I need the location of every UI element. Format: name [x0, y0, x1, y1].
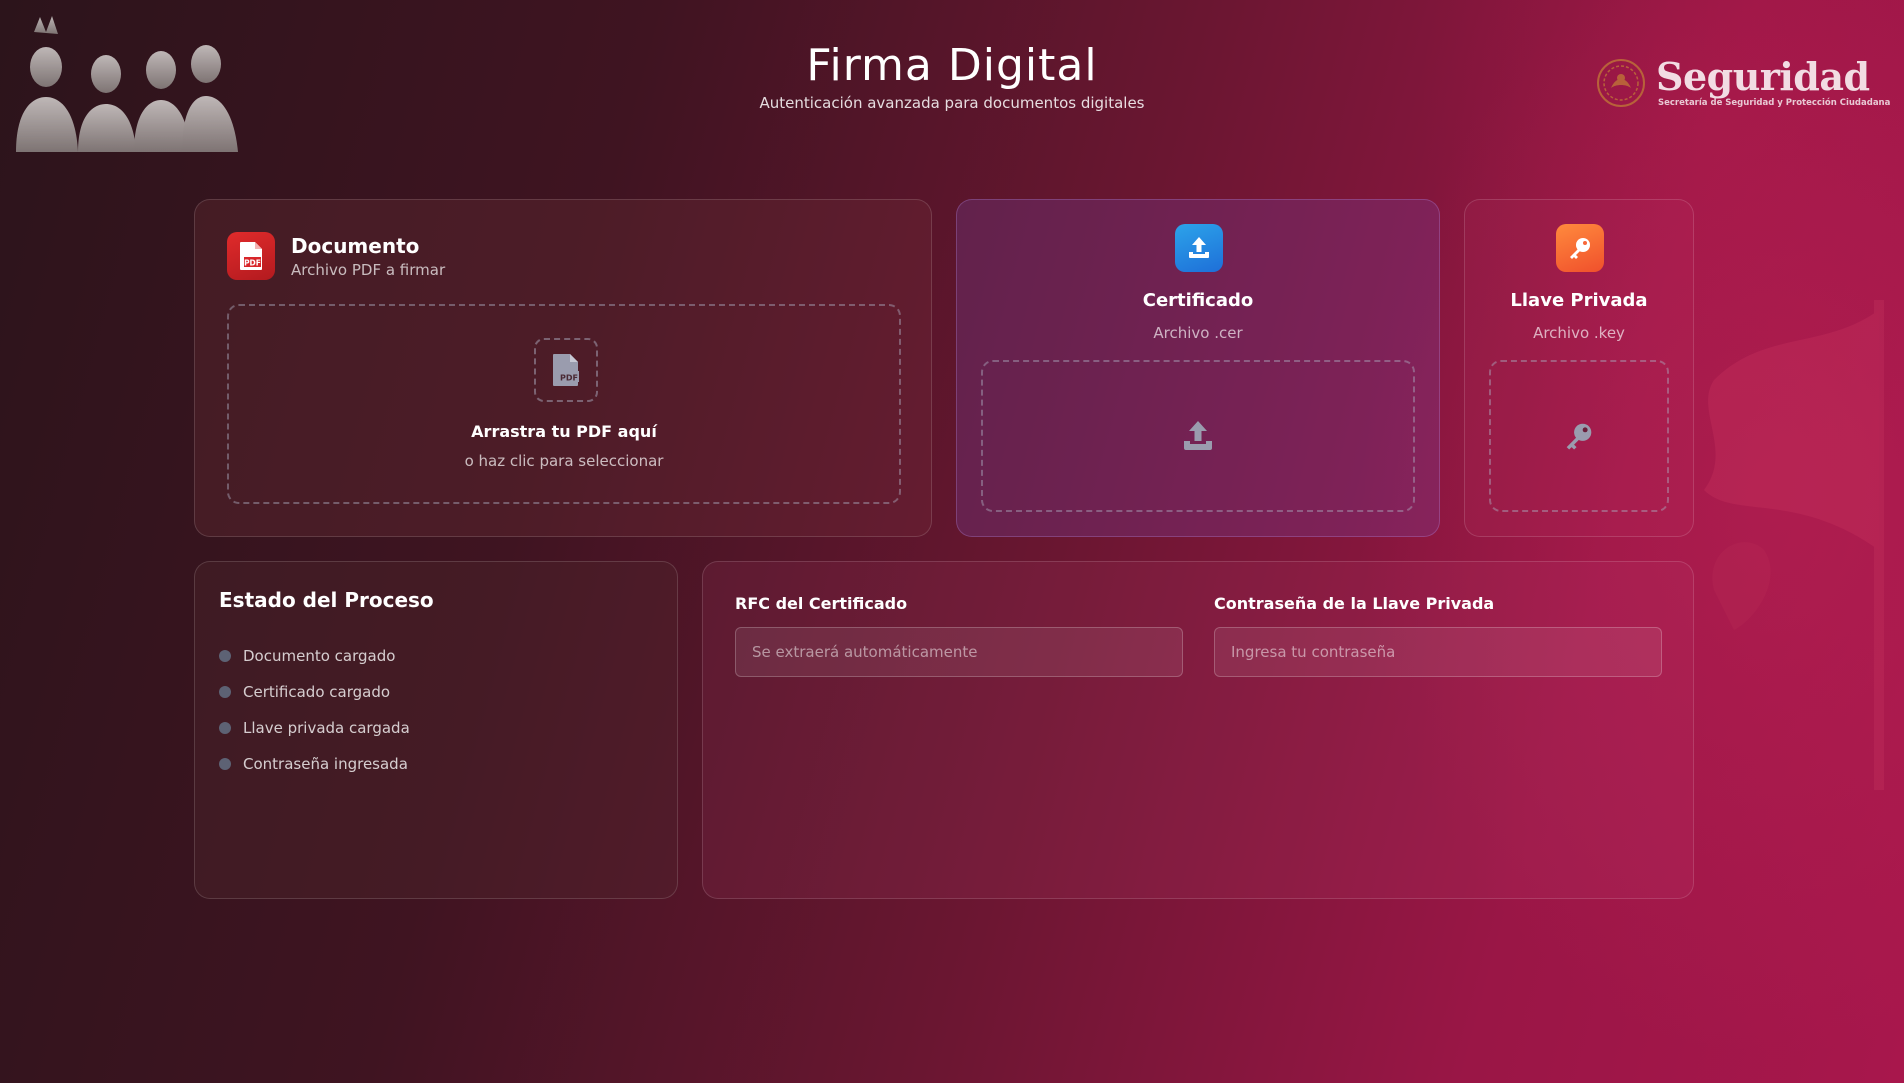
certificate-card-subtitle: Archivo .cer	[1153, 324, 1243, 342]
document-card-title: Documento	[291, 233, 420, 258]
status-item-label: Documento cargado	[243, 647, 396, 665]
password-input[interactable]	[1214, 627, 1662, 677]
key-icon	[1556, 224, 1604, 272]
upload-icon	[1184, 421, 1212, 450]
process-status-card: Estado del Proceso Documento cargado Cer…	[194, 561, 678, 899]
private-key-card-title: Llave Privada	[1510, 290, 1648, 311]
status-item-password: Contraseña ingresada	[219, 746, 410, 782]
rfc-field: RFC del Certificado	[735, 594, 1183, 677]
process-status-title: Estado del Proceso	[219, 588, 434, 612]
background-pattern	[0, 0, 1904, 1083]
svg-text:PDF: PDF	[560, 374, 578, 383]
status-item-document: Documento cargado	[219, 638, 410, 674]
status-item-label: Llave privada cargada	[243, 719, 410, 737]
rfc-label: RFC del Certificado	[735, 594, 908, 613]
pdf-dropzone[interactable]: PDF Arrastra tu PDF aquí o haz clic para…	[227, 304, 901, 504]
status-dot	[219, 722, 231, 734]
certificate-card: Certificado Archivo .cer	[956, 199, 1440, 537]
password-field: Contraseña de la Llave Privada	[1214, 594, 1662, 677]
private-key-dropzone[interactable]	[1489, 360, 1669, 512]
upload-icon	[1175, 224, 1223, 272]
certificate-dropzone[interactable]	[981, 360, 1415, 512]
document-card-subtitle: Archivo PDF a firmar	[291, 260, 446, 279]
password-label: Contraseña de la Llave Privada	[1214, 594, 1495, 613]
status-item-certificate: Certificado cargado	[219, 674, 410, 710]
rfc-input[interactable]	[735, 627, 1183, 677]
status-item-private-key: Llave privada cargada	[219, 710, 410, 746]
seguridad-logo: Seguridad Secretaría de Seguridad y Prot…	[1596, 54, 1890, 110]
key-icon	[1566, 423, 1592, 450]
brand-subtitle: Secretaría de Seguridad y Protección Ciu…	[1658, 98, 1891, 108]
process-status-list: Documento cargado Certificado cargado Ll…	[219, 638, 410, 782]
status-dot	[219, 650, 231, 662]
private-key-card: Llave Privada Archivo .key	[1464, 199, 1694, 537]
status-item-label: Contraseña ingresada	[243, 755, 408, 773]
document-card-header: PDF Documento Archivo PDF a firmar	[227, 232, 445, 280]
dropzone-subtitle: o haz clic para seleccionar	[464, 452, 664, 470]
certificate-card-title: Certificado	[1142, 290, 1254, 311]
private-key-card-subtitle: Archivo .key	[1533, 324, 1625, 342]
status-item-label: Certificado cargado	[243, 683, 391, 701]
document-card: PDF Documento Archivo PDF a firmar PDF A…	[194, 199, 932, 537]
national-seal-icon	[1597, 59, 1645, 107]
dropzone-title: Arrastra tu PDF aquí	[471, 422, 657, 441]
brand-name: Seguridad	[1656, 54, 1870, 99]
status-dot	[219, 758, 231, 770]
pdf-placeholder-icon: PDF	[534, 338, 598, 402]
pdf-icon: PDF	[227, 232, 275, 280]
flag-illustration	[1704, 300, 1884, 790]
svg-text:PDF: PDF	[244, 259, 261, 268]
status-dot	[219, 686, 231, 698]
credentials-form-card: RFC del Certificado Contraseña de la Lla…	[702, 561, 1694, 899]
